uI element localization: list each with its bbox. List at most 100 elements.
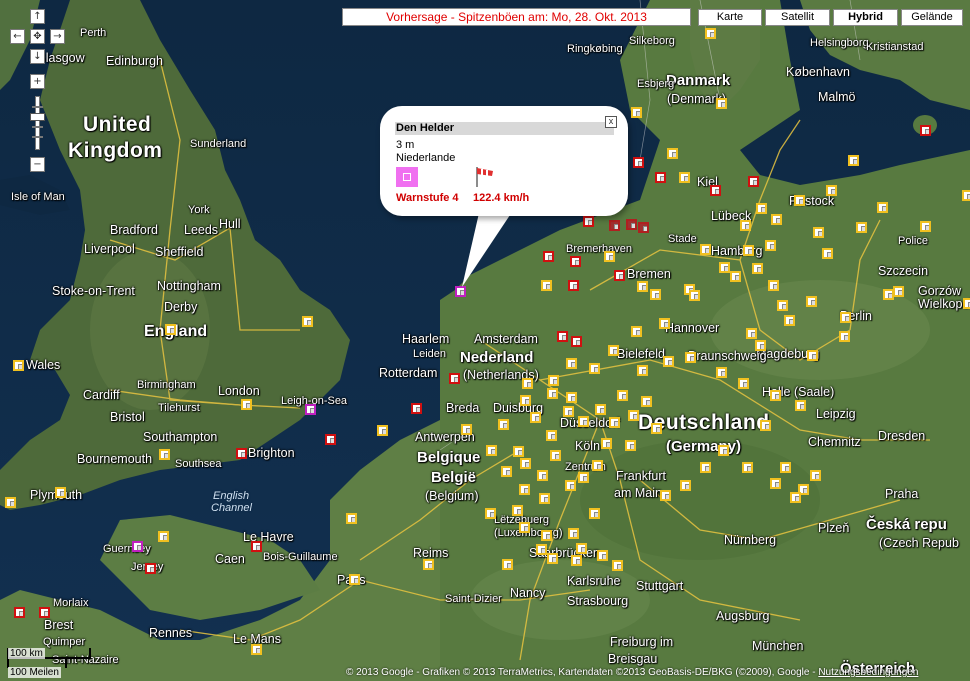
station-marker[interactable] — [962, 190, 970, 201]
station-marker[interactable] — [547, 388, 558, 399]
map-type-satellit-button[interactable]: Satellit — [765, 9, 830, 26]
station-marker[interactable] — [840, 312, 851, 323]
station-marker[interactable] — [719, 262, 730, 273]
station-marker[interactable] — [145, 563, 156, 574]
station-marker[interactable] — [547, 553, 558, 564]
station-marker[interactable] — [512, 505, 523, 516]
station-marker[interactable] — [302, 316, 313, 327]
station-marker[interactable] — [571, 336, 582, 347]
station-marker[interactable] — [848, 155, 859, 166]
station-marker[interactable] — [626, 219, 637, 230]
station-marker[interactable] — [856, 222, 867, 233]
station-marker[interactable] — [633, 157, 644, 168]
station-marker[interactable] — [539, 493, 550, 504]
station-marker[interactable] — [625, 440, 636, 451]
station-marker[interactable] — [5, 497, 16, 508]
station-marker[interactable] — [568, 280, 579, 291]
station-marker[interactable] — [546, 430, 557, 441]
station-marker[interactable] — [455, 286, 466, 297]
station-marker[interactable] — [565, 480, 576, 491]
station-marker[interactable] — [550, 450, 561, 461]
station-marker[interactable] — [486, 445, 497, 456]
station-marker[interactable] — [578, 416, 589, 427]
station-marker[interactable] — [641, 396, 652, 407]
station-marker[interactable] — [716, 98, 727, 109]
station-marker[interactable] — [522, 378, 533, 389]
map-type-hybrid-button[interactable]: Hybrid — [833, 9, 898, 26]
station-marker[interactable] — [592, 460, 603, 471]
station-marker[interactable] — [738, 378, 749, 389]
station-marker[interactable] — [705, 28, 716, 39]
zoom-slider[interactable] — [30, 96, 45, 150]
station-marker[interactable] — [530, 412, 541, 423]
station-marker[interactable] — [755, 340, 766, 351]
station-marker[interactable] — [612, 560, 623, 571]
station-marker[interactable] — [780, 462, 791, 473]
station-marker[interactable] — [760, 420, 771, 431]
station-marker[interactable] — [346, 513, 357, 524]
pan-right-button[interactable]: → — [50, 29, 65, 44]
station-marker[interactable] — [700, 244, 711, 255]
station-marker[interactable] — [305, 404, 316, 415]
station-marker[interactable] — [520, 458, 531, 469]
station-marker[interactable] — [13, 360, 24, 371]
station-marker[interactable] — [893, 286, 904, 297]
map-type-karte-button[interactable]: Karte — [698, 9, 762, 26]
station-marker[interactable] — [806, 296, 817, 307]
station-marker[interactable] — [39, 607, 50, 618]
station-marker[interactable] — [631, 326, 642, 337]
pan-up-button[interactable]: ↑ — [30, 9, 45, 24]
station-marker[interactable] — [784, 315, 795, 326]
station-marker[interactable] — [730, 271, 741, 282]
station-marker[interactable] — [631, 107, 642, 118]
station-marker[interactable] — [777, 300, 788, 311]
station-marker[interactable] — [765, 240, 776, 251]
station-marker[interactable] — [325, 434, 336, 445]
station-marker[interactable] — [716, 367, 727, 378]
station-marker[interactable] — [679, 172, 690, 183]
station-marker[interactable] — [810, 470, 821, 481]
station-marker[interactable] — [251, 644, 262, 655]
station-marker[interactable] — [680, 480, 691, 491]
station-marker[interactable] — [813, 227, 824, 238]
station-marker[interactable] — [498, 419, 509, 430]
station-marker[interactable] — [608, 345, 619, 356]
station-marker[interactable] — [583, 216, 594, 227]
station-marker[interactable] — [132, 541, 143, 552]
station-marker[interactable] — [689, 290, 700, 301]
station-marker[interactable] — [770, 390, 781, 401]
station-marker[interactable] — [423, 559, 434, 570]
station-marker[interactable] — [589, 363, 600, 374]
station-marker[interactable] — [520, 395, 531, 406]
station-marker[interactable] — [461, 424, 472, 435]
station-marker[interactable] — [660, 490, 671, 501]
close-icon[interactable]: x — [605, 116, 617, 128]
station-marker[interactable] — [411, 403, 422, 414]
station-marker[interactable] — [770, 478, 781, 489]
station-marker[interactable] — [822, 248, 833, 259]
station-marker[interactable] — [740, 220, 751, 231]
station-marker[interactable] — [241, 399, 252, 410]
station-marker[interactable] — [576, 543, 587, 554]
station-marker[interactable] — [826, 185, 837, 196]
station-marker[interactable] — [609, 220, 620, 231]
station-marker[interactable] — [449, 373, 460, 384]
station-marker[interactable] — [519, 484, 530, 495]
station-marker[interactable] — [609, 417, 620, 428]
station-marker[interactable] — [877, 202, 888, 213]
pan-down-button[interactable]: ↓ — [30, 49, 45, 64]
station-marker[interactable] — [746, 328, 757, 339]
station-marker[interactable] — [485, 508, 496, 519]
station-marker[interactable] — [963, 298, 970, 309]
station-marker[interactable] — [710, 185, 721, 196]
station-marker[interactable] — [14, 607, 25, 618]
station-marker[interactable] — [920, 125, 931, 136]
station-marker[interactable] — [543, 251, 554, 262]
station-marker[interactable] — [159, 449, 170, 460]
station-marker[interactable] — [548, 375, 559, 386]
station-marker[interactable] — [519, 522, 530, 533]
station-marker[interactable] — [501, 466, 512, 477]
station-marker[interactable] — [667, 148, 678, 159]
station-marker[interactable] — [236, 448, 247, 459]
station-marker[interactable] — [659, 318, 670, 329]
